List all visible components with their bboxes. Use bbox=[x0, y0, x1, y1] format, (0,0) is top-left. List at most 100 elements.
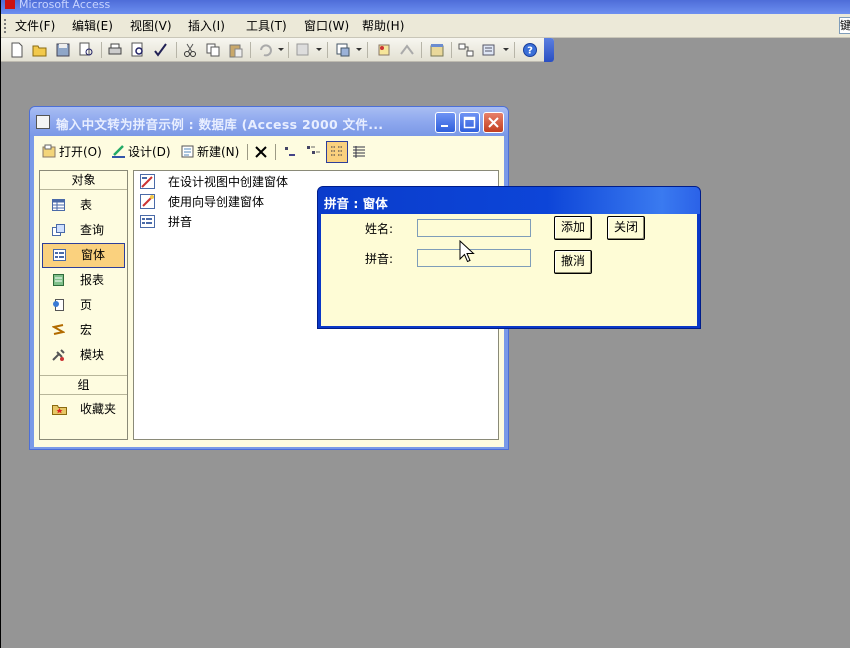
database-toolbar: 打开(O) 设计(D) 新建(N) bbox=[34, 136, 504, 166]
open-folder-icon[interactable] bbox=[32, 42, 48, 58]
name-label: 姓名: bbox=[365, 222, 394, 236]
menu-insert[interactable]: 插入(I) bbox=[188, 18, 225, 34]
undo-button[interactable]: 撤消 bbox=[554, 250, 592, 274]
toolbar-separator bbox=[451, 42, 452, 58]
object-macros[interactable]: 宏 bbox=[40, 318, 127, 343]
list-item-label: 在设计视图中创建窗体 bbox=[168, 175, 289, 189]
group-favorites[interactable]: 收藏夹 bbox=[40, 397, 127, 422]
object-label: 查询 bbox=[80, 223, 105, 237]
pinyin-form-window: 拼音 : 窗体 姓名: 拼音: 添加 关闭 撤消 bbox=[317, 186, 701, 329]
new-object-icon[interactable] bbox=[481, 42, 497, 58]
save-icon[interactable] bbox=[55, 42, 71, 58]
maximize-button[interactable] bbox=[459, 112, 480, 133]
details-view-icon[interactable] bbox=[351, 144, 367, 160]
list-item-create-wizard[interactable]: 使用向导创建窗体 bbox=[140, 193, 264, 211]
name-input[interactable] bbox=[417, 219, 531, 237]
app-title-bar: Microsoft Access bbox=[1, 0, 850, 14]
design-object-label: 设计(D) bbox=[128, 145, 171, 159]
menu-file[interactable]: 文件(F) bbox=[15, 18, 55, 34]
undo-dropdown-icon[interactable] bbox=[278, 48, 284, 51]
print-icon[interactable] bbox=[107, 42, 123, 58]
minimize-button[interactable] bbox=[435, 112, 456, 133]
database-window-title-bar[interactable]: 输入中文转为拼音示例 : 数据库 (Access 2000 文件... bbox=[30, 107, 508, 136]
properties-icon[interactable] bbox=[399, 42, 415, 58]
form-wizard-icon bbox=[140, 194, 155, 209]
list-item-create-design[interactable]: 在设计视图中创建窗体 bbox=[140, 173, 288, 191]
maximize-icon bbox=[463, 116, 476, 129]
form-title: 拼音 : 窗体 bbox=[324, 196, 388, 211]
office-links-dropdown-icon[interactable] bbox=[316, 48, 322, 51]
close-window-button[interactable] bbox=[483, 112, 504, 133]
object-label: 报表 bbox=[80, 273, 105, 287]
menu-edit[interactable]: 编辑(E) bbox=[72, 18, 113, 34]
close-button[interactable]: 关闭 bbox=[607, 216, 645, 240]
toolbar-separator bbox=[176, 42, 177, 58]
new-object-button[interactable]: 新建(N) bbox=[180, 144, 239, 160]
spelling-icon[interactable] bbox=[153, 42, 169, 58]
svg-text:?: ? bbox=[527, 46, 533, 57]
groups-header: 组 bbox=[40, 376, 127, 395]
query-icon bbox=[52, 224, 65, 236]
object-reports[interactable]: 报表 bbox=[40, 268, 127, 293]
toolbar-separator bbox=[275, 144, 276, 160]
file-search-icon[interactable] bbox=[78, 42, 94, 58]
app-title: Microsoft Access bbox=[19, 0, 111, 11]
toolbar-separator bbox=[250, 42, 251, 58]
menu-grip[interactable] bbox=[4, 19, 7, 33]
analyze-icon[interactable] bbox=[335, 42, 351, 58]
help-search-box[interactable]: 键 bbox=[839, 17, 850, 34]
object-tables[interactable]: 表 bbox=[40, 193, 127, 218]
object-forms[interactable]: 窗体 bbox=[42, 243, 125, 268]
large-icons-icon[interactable] bbox=[283, 146, 298, 158]
relationships-icon[interactable] bbox=[458, 42, 474, 58]
page-icon bbox=[53, 299, 64, 311]
copy-icon[interactable] bbox=[205, 42, 221, 58]
list-view-button[interactable] bbox=[326, 141, 348, 163]
undo-icon[interactable] bbox=[257, 42, 273, 58]
object-pages[interactable]: 页 bbox=[40, 293, 127, 318]
menu-bar: 文件(F) 编辑(E) 视图(V) 插入(I) 工具(T) 窗口(W) 帮助(H… bbox=[1, 14, 850, 38]
database-window-icon[interactable] bbox=[429, 42, 445, 58]
new-object-label: 新建(N) bbox=[197, 145, 240, 159]
add-button[interactable]: 添加 bbox=[554, 216, 592, 240]
form-title-bar[interactable]: 拼音 : 窗体 bbox=[318, 187, 700, 214]
small-icons-icon[interactable] bbox=[306, 145, 321, 159]
analyze-dropdown-icon[interactable] bbox=[356, 48, 362, 51]
design-wizard-icon bbox=[140, 174, 155, 189]
design-object-button[interactable]: 设计(D) bbox=[111, 144, 171, 160]
access-screen: Microsoft Access 文件(F) 编辑(E) 视图(V) 插入(I)… bbox=[0, 0, 850, 648]
print-preview-icon[interactable] bbox=[130, 42, 146, 58]
menu-help[interactable]: 帮助(H) bbox=[362, 18, 404, 34]
code-icon[interactable] bbox=[376, 42, 392, 58]
office-links-icon[interactable] bbox=[295, 42, 311, 58]
form-icon bbox=[53, 249, 66, 261]
report-icon bbox=[53, 274, 64, 286]
pinyin-label: 拼音: bbox=[365, 252, 394, 266]
object-modules[interactable]: 模块 bbox=[40, 343, 127, 368]
new-object-dropdown-icon[interactable] bbox=[503, 48, 509, 51]
macro-icon bbox=[52, 324, 65, 335]
list-view-icon bbox=[331, 146, 343, 156]
new-file-icon[interactable] bbox=[9, 42, 25, 58]
toolbar-separator bbox=[247, 144, 248, 160]
objects-header: 对象 bbox=[40, 171, 127, 190]
menu-window[interactable]: 窗口(W) bbox=[304, 18, 349, 34]
cut-icon[interactable] bbox=[182, 42, 198, 58]
standard-toolbar: ? bbox=[1, 38, 554, 62]
objects-pane: 对象 表 查询 窗体 报表 页 宏 模块 组 收藏夹 bbox=[39, 170, 128, 440]
open-object-button[interactable]: 打开(O) bbox=[42, 144, 102, 160]
list-item-pinyin-form[interactable]: 拼音 bbox=[140, 213, 192, 231]
module-icon bbox=[52, 349, 65, 361]
menu-view[interactable]: 视图(V) bbox=[130, 18, 172, 34]
object-label: 模块 bbox=[80, 348, 105, 362]
object-label: 表 bbox=[80, 198, 93, 212]
mouse-cursor-icon bbox=[459, 240, 475, 263]
object-queries[interactable]: 查询 bbox=[40, 218, 127, 243]
open-object-icon bbox=[42, 144, 56, 158]
help-icon[interactable]: ? bbox=[522, 42, 538, 58]
paste-icon[interactable] bbox=[228, 42, 244, 58]
list-item-label: 使用向导创建窗体 bbox=[168, 195, 265, 209]
menu-tools[interactable]: 工具(T) bbox=[246, 18, 287, 34]
toolbar-options-icon[interactable] bbox=[544, 38, 554, 62]
delete-icon[interactable] bbox=[254, 145, 268, 159]
